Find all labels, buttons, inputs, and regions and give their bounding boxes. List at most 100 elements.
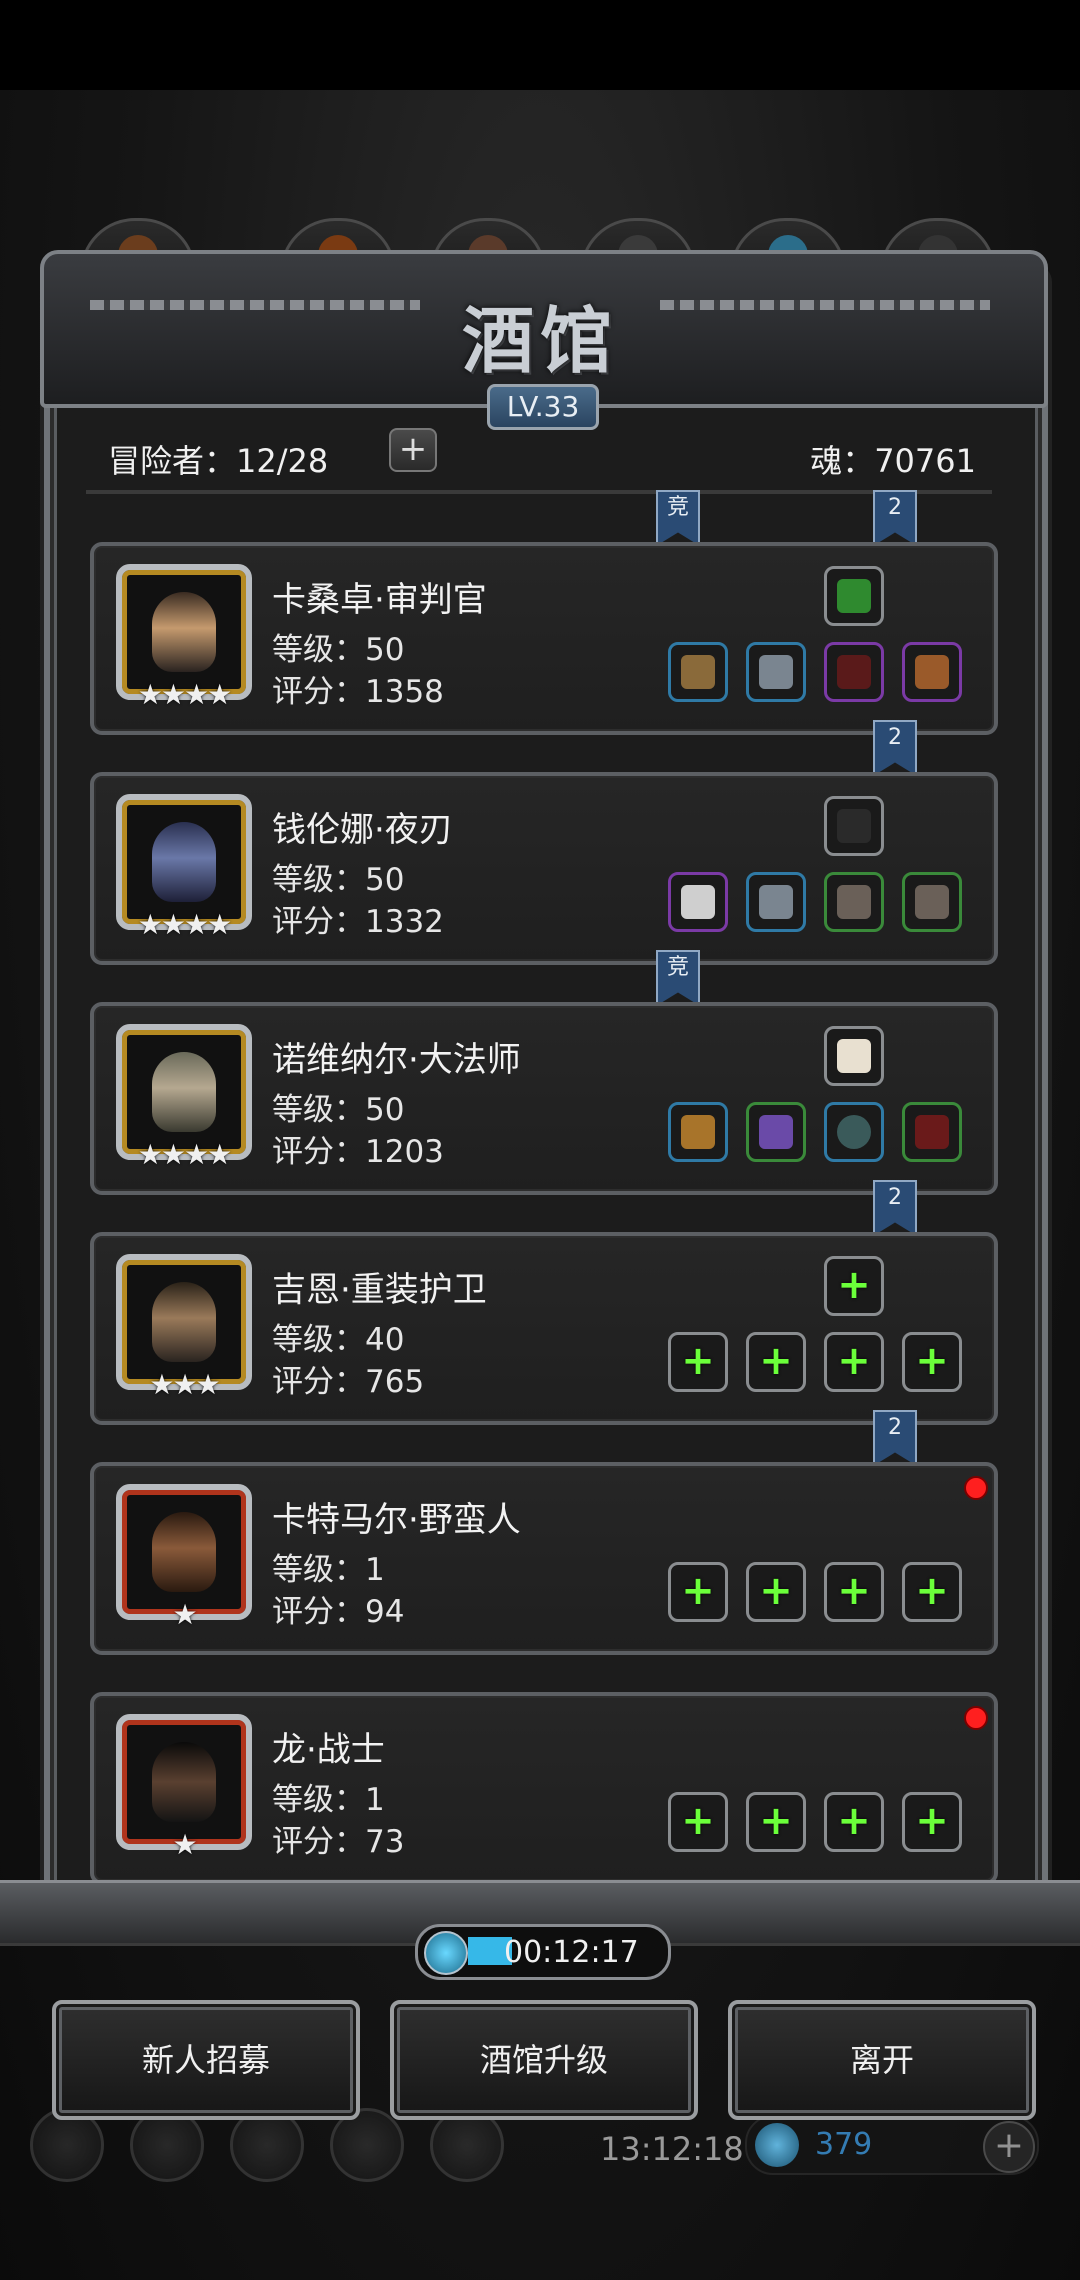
add-equipment-slot[interactable]: +: [668, 1332, 728, 1392]
gauntlet-icon: [915, 885, 949, 919]
hero-card[interactable]: ★ 龙·战士 等级：1 评分：73 + + + +: [90, 1692, 998, 1885]
purple-gem-icon: [837, 655, 871, 689]
equipment-slot[interactable]: [824, 642, 884, 702]
equipment-slot[interactable]: [746, 872, 806, 932]
equipment-slot[interactable]: [668, 642, 728, 702]
hero-name: 钱伦娜·夜刃: [272, 810, 453, 850]
divider: [86, 490, 992, 494]
add-equipment-slot[interactable]: +: [824, 1792, 884, 1852]
refresh-timer: 00:12:17: [415, 1924, 671, 1980]
add-slot-icon: +: [681, 1798, 715, 1844]
tavern-subheader: 冒险者：12/28 + 魂：70761: [64, 420, 1016, 486]
hero-stars: ★★★★: [137, 1138, 232, 1171]
hero-score: 评分：1332: [272, 904, 444, 940]
hammer-icon: [681, 655, 715, 689]
equipment-slot[interactable]: [902, 1102, 962, 1162]
tavern-title: 酒馆: [461, 298, 618, 383]
add-slot-icon: +: [837, 1338, 871, 1384]
hero-card[interactable]: ★★★★ 钱伦娜·夜刃 等级：50 评分：1332: [90, 772, 998, 965]
background-clock: 13:12:18: [600, 2130, 744, 2168]
add-slot-icon: +: [837, 1798, 871, 1844]
hero-avatar: [152, 1052, 216, 1132]
hero-name: 龙·战士: [272, 1730, 385, 1770]
hero-name: 卡桑卓·审判官: [272, 580, 487, 620]
hero-name: 诺维纳尔·大法师: [272, 1040, 521, 1080]
add-slot-icon: +: [915, 1338, 949, 1384]
hero-score: 评分：73: [272, 1824, 405, 1860]
gem-icon: [755, 2123, 799, 2167]
hero-score: 评分：1358: [272, 674, 444, 710]
add-equipment-slot[interactable]: +: [902, 1562, 962, 1622]
timer-text: 00:12:17: [504, 1935, 639, 1970]
hero-avatar: [152, 1742, 216, 1822]
equipment-slot[interactable]: [668, 872, 728, 932]
chest-armor-icon: [759, 655, 793, 689]
hero-score: 评分：765: [272, 1364, 425, 1400]
equipment-slot[interactable]: [902, 642, 962, 702]
equipment-slot[interactable]: [746, 642, 806, 702]
hero-card[interactable]: ★★★ 吉恩·重装护卫 等级：40 评分：765 + + + + +: [90, 1232, 998, 1425]
hero-card[interactable]: ★★★★ 诺维纳尔·大法师 等级：50 评分：1203: [90, 1002, 998, 1195]
upgrade-tavern-button[interactable]: 酒馆升级: [390, 2000, 698, 2120]
add-slot-icon: +: [915, 1568, 949, 1614]
fang-icon: [837, 1039, 871, 1073]
recruit-button[interactable]: 新人招募: [52, 2000, 360, 2120]
leave-button[interactable]: 离开: [728, 2000, 1036, 2120]
dark-claw-icon: [837, 809, 871, 843]
chain-ornament: [660, 300, 990, 310]
artifact-slot[interactable]: [824, 1026, 884, 1086]
background-currency: 379 +: [745, 2115, 1039, 2175]
new-alert-dot: [964, 1476, 988, 1500]
hero-score: 评分：1203: [272, 1134, 444, 1170]
equipment-slot[interactable]: [824, 1102, 884, 1162]
add-slot-icon: +: [681, 1568, 715, 1614]
staff-icon: [681, 1115, 715, 1149]
equipment-slot[interactable]: [668, 1102, 728, 1162]
artifact-slot[interactable]: [824, 566, 884, 626]
add-equipment-slot[interactable]: +: [902, 1792, 962, 1852]
add-slot-icon: +: [837, 1568, 871, 1614]
add-equipment-slot[interactable]: +: [746, 1792, 806, 1852]
equipment-slot[interactable]: [746, 1102, 806, 1162]
add-equipment-slot[interactable]: +: [668, 1792, 728, 1852]
hero-level: 等级：50: [272, 632, 405, 668]
expand-capacity-button[interactable]: +: [389, 428, 437, 472]
hero-name: 卡特马尔·野蛮人: [272, 1500, 521, 1540]
add-slot-icon: +: [681, 1338, 715, 1384]
hero-stars: ★★★: [149, 1368, 220, 1401]
add-slot-icon: +: [759, 1568, 793, 1614]
hero-level: 等级：1: [272, 1782, 385, 1818]
add-equipment-slot[interactable]: +: [824, 1332, 884, 1392]
hero-stars: ★★★★: [137, 908, 232, 941]
equipment-slot[interactable]: [824, 872, 884, 932]
hero-avatar: [152, 592, 216, 672]
status-bar-area: [0, 0, 1080, 90]
gauntlet-icon: [837, 885, 871, 919]
add-equipment-slot[interactable]: +: [668, 1562, 728, 1622]
add-equipment-slot[interactable]: +: [824, 1562, 884, 1622]
purple-armor-icon: [759, 1115, 793, 1149]
hero-score: 评分：94: [272, 1594, 405, 1630]
add-equipment-slot[interactable]: +: [902, 1332, 962, 1392]
add-slot-icon: +: [759, 1798, 793, 1844]
add-currency-icon: +: [983, 2121, 1035, 2173]
add-equipment-slot[interactable]: +: [746, 1562, 806, 1622]
artifact-slot[interactable]: [824, 796, 884, 856]
add-slot-icon: +: [837, 1262, 871, 1308]
equipment-slot[interactable]: [902, 872, 962, 932]
chest-armor-icon: [759, 885, 793, 919]
hero-card[interactable]: ★ 卡特马尔·野蛮人 等级：1 评分：94 + + + +: [90, 1462, 998, 1655]
hero-level: 等级：40: [272, 1322, 405, 1358]
hero-level: 等级：50: [272, 862, 405, 898]
new-alert-dot: [964, 1706, 988, 1730]
green-tome-icon: [837, 579, 871, 613]
add-slot-icon: +: [915, 1798, 949, 1844]
add-artifact-slot[interactable]: +: [824, 1256, 884, 1316]
soul-currency: 魂：70761: [810, 442, 976, 480]
red-gem-icon: [915, 1115, 949, 1149]
hero-stars: ★★★★: [137, 678, 232, 711]
add-equipment-slot[interactable]: +: [746, 1332, 806, 1392]
hero-avatar: [152, 1512, 216, 1592]
hero-stars: ★: [172, 1598, 197, 1631]
hero-card[interactable]: ★★★★ 卡桑卓·审判官 等级：50 评分：1358: [90, 542, 998, 735]
